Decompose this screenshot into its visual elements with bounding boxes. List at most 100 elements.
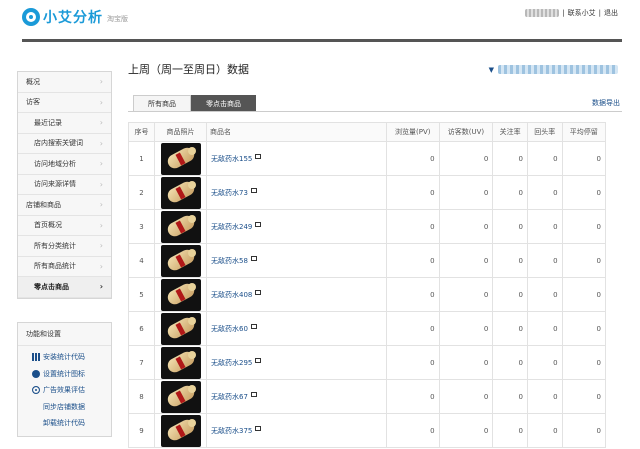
- product-name-link[interactable]: 无敌药水73: [211, 189, 248, 197]
- sidebar-item-category-stats[interactable]: 所有分类统计 ›: [18, 236, 111, 257]
- product-thumbnail[interactable]: [160, 414, 201, 447]
- follow-rate-value: 0: [492, 379, 528, 414]
- pv-value: 0: [386, 311, 440, 346]
- sidebar-item-product-stats[interactable]: 所有商品统计 ›: [18, 257, 111, 277]
- set-icon-link[interactable]: 设置统计图标: [18, 366, 111, 383]
- sidebar-item-label: 店铺和商品: [26, 200, 61, 209]
- follow-rate-value: 0: [492, 175, 528, 210]
- product-name-link[interactable]: 无敌药水295: [211, 359, 252, 367]
- product-name-link[interactable]: 无敌药水375: [211, 427, 252, 435]
- follow-rate-value: 0: [492, 413, 528, 448]
- external-link-icon[interactable]: [250, 255, 257, 261]
- external-link-icon[interactable]: [255, 425, 262, 431]
- row-number: 6: [128, 311, 155, 346]
- col-header-return-rate[interactable]: 回头率: [526, 122, 563, 142]
- external-link-icon[interactable]: [250, 323, 257, 329]
- sidebar-item-recent-records[interactable]: 最近记录 ›: [18, 113, 111, 134]
- product-name-link[interactable]: 无敌药水155: [211, 155, 252, 163]
- pv-value: 0: [386, 379, 440, 414]
- col-header-no[interactable]: 序号: [128, 122, 155, 142]
- sidebar-item-region-analysis[interactable]: 访问地域分析 ›: [18, 154, 111, 175]
- settings-panel: 功能和设置 安装统计代码 设置统计图标 广告效果评估 同步店铺数据 卸载统计代码: [17, 322, 112, 437]
- return-rate-value: 0: [526, 379, 563, 414]
- external-link-icon[interactable]: [255, 289, 262, 295]
- sidebar-item-visitors[interactable]: 访客 ›: [18, 93, 111, 113]
- product-photo-cell: [154, 175, 207, 210]
- avg-stay-value: 0: [561, 345, 607, 380]
- sidebar-item-source-details[interactable]: 访问来源详情 ›: [18, 175, 111, 195]
- ad-evaluation-link[interactable]: 广告效果评估: [18, 382, 111, 399]
- scroll-cap: [187, 214, 196, 223]
- install-code-link[interactable]: 安装统计代码: [18, 349, 111, 366]
- sync-shop-link[interactable]: 同步店铺数据: [18, 399, 111, 416]
- uv-value: 0: [438, 379, 494, 414]
- col-header-uv[interactable]: 访客数(UV): [438, 122, 494, 142]
- product-thumbnail[interactable]: [160, 278, 201, 311]
- scroll-cap: [187, 384, 196, 393]
- follow-rate-value: 0: [492, 345, 528, 380]
- bar-chart-icon: [32, 353, 40, 362]
- col-header-avg-stay[interactable]: 平均停留: [561, 122, 607, 142]
- product-thumbnail[interactable]: [160, 244, 201, 277]
- product-photo-cell: [154, 243, 207, 278]
- follow-rate-value: 0: [492, 141, 528, 176]
- sidebar-item-label: 概况: [26, 77, 40, 86]
- product-table: 序号 商品照片 商品名 浏览量(PV) 访客数(UV) 关注率 回头率 平均停留…: [128, 122, 607, 448]
- settings-item-label: 卸载统计代码: [43, 419, 85, 428]
- contact-link[interactable]: 联系小艾: [568, 8, 596, 18]
- uv-value: 0: [438, 413, 494, 448]
- uv-value: 0: [438, 345, 494, 380]
- col-header-name[interactable]: 商品名: [206, 122, 387, 142]
- sidebar-item-home-overview[interactable]: 首页概况 ›: [18, 216, 111, 236]
- product-name-link[interactable]: 无敌药水58: [211, 257, 248, 265]
- product-thumbnail[interactable]: [160, 312, 201, 345]
- product-name-cell: 无敌药水375: [206, 413, 387, 448]
- sidebar-item-overview[interactable]: 概况 ›: [18, 72, 111, 93]
- sidebar-item-zero-click[interactable]: 零点击商品 ›: [18, 277, 111, 298]
- tab-zero-click-products[interactable]: 零点击商品: [191, 95, 256, 111]
- product-name-link[interactable]: 无敌药水67: [211, 393, 248, 401]
- product-name-cell: 无敌药水408: [206, 277, 387, 312]
- product-name-cell: 无敌药水249: [206, 209, 387, 244]
- pv-value: 0: [386, 345, 440, 380]
- product-name-link[interactable]: 无敌药水249: [211, 223, 252, 231]
- product-thumbnail[interactable]: [160, 142, 201, 175]
- external-link-icon[interactable]: [250, 391, 257, 397]
- product-name-link[interactable]: 无敌药水408: [211, 291, 252, 299]
- product-thumbnail[interactable]: [160, 346, 201, 379]
- sidebar-item-label: 首页概况: [34, 221, 62, 230]
- tab-all-products[interactable]: 所有商品: [133, 95, 191, 111]
- pv-value: 0: [386, 277, 440, 312]
- external-link-icon[interactable]: [255, 357, 262, 363]
- app-logo[interactable]: 小艾分析 淘宝版: [22, 7, 128, 27]
- uninstall-code-link[interactable]: 卸载统计代码: [18, 415, 111, 432]
- pv-value: 0: [386, 243, 440, 278]
- row-number: 5: [128, 277, 155, 312]
- row-number: 3: [128, 209, 155, 244]
- date-range-picker[interactable]: ▼: [489, 65, 618, 74]
- col-header-follow-rate[interactable]: 关注率: [492, 122, 528, 142]
- sidebar-item-label: 所有商品统计: [34, 262, 76, 271]
- col-header-pv[interactable]: 浏览量(PV): [386, 122, 440, 142]
- chevron-right-icon: ›: [99, 220, 103, 230]
- product-thumbnail[interactable]: [160, 176, 201, 209]
- product-name-cell: 无敌药水58: [206, 243, 387, 278]
- chevron-right-icon: ›: [99, 200, 103, 210]
- uv-value: 0: [438, 243, 494, 278]
- export-data-link[interactable]: 数据导出: [592, 98, 620, 108]
- row-number: 8: [128, 379, 155, 414]
- sidebar-item-search-keywords[interactable]: 店内搜索关键词 ›: [18, 134, 111, 154]
- external-link-icon[interactable]: [255, 221, 262, 227]
- external-link-icon[interactable]: [255, 153, 262, 159]
- logout-link[interactable]: 退出: [604, 8, 618, 18]
- product-name-cell: 无敌药水60: [206, 311, 387, 346]
- product-thumbnail[interactable]: [160, 210, 201, 243]
- product-thumbnail[interactable]: [160, 380, 201, 413]
- external-link-icon[interactable]: [250, 187, 257, 193]
- follow-rate-value: 0: [492, 311, 528, 346]
- chevron-right-icon: ›: [99, 282, 103, 292]
- chevron-right-icon: ›: [99, 138, 103, 148]
- sidebar-item-shop-products[interactable]: 店铺和商品 ›: [18, 195, 111, 216]
- sidebar-item-label: 访问地域分析: [34, 159, 76, 168]
- product-name-link[interactable]: 无敌药水60: [211, 325, 248, 333]
